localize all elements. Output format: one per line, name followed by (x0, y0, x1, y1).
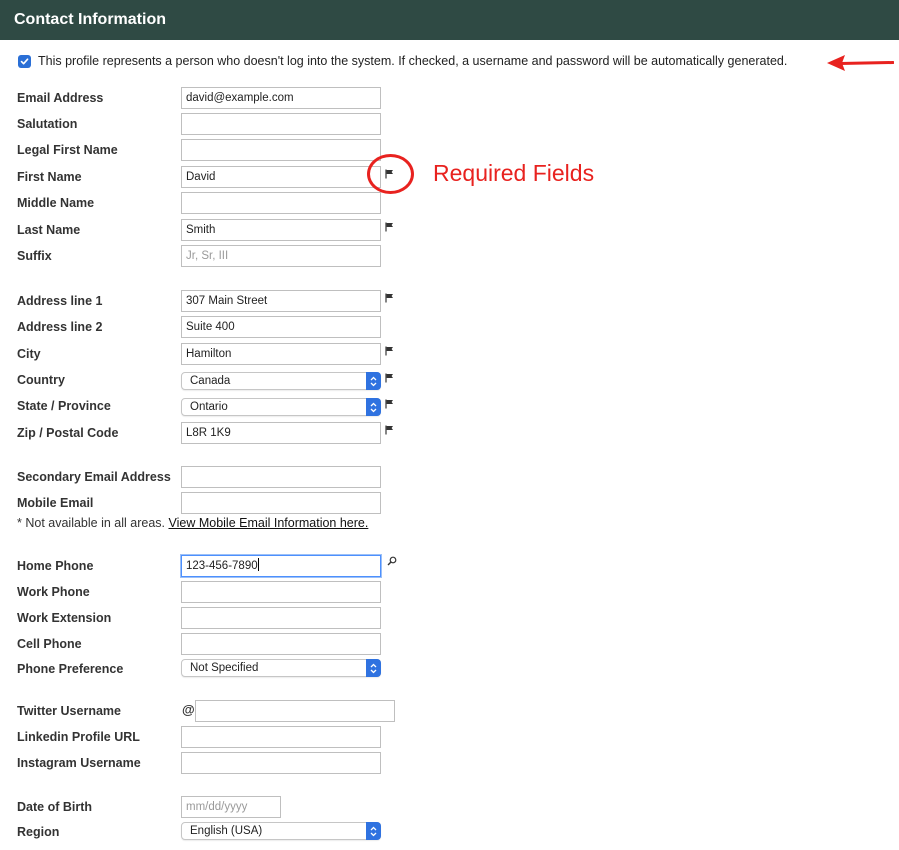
country-value: Canada (190, 375, 231, 387)
home-phone-value: 123-456-7890 (186, 560, 258, 572)
secondary-email-field[interactable] (181, 466, 381, 488)
linkedin-field[interactable] (181, 726, 381, 748)
flag-icon (385, 222, 393, 232)
chevron-updown-icon (366, 822, 381, 840)
section-title: Contact Information (14, 11, 166, 28)
email-field[interactable]: david@example.com (181, 87, 381, 109)
zip-field[interactable]: L8R 1K9 (181, 422, 381, 444)
no-login-text: This profile represents a person who doe… (38, 54, 788, 68)
region-label: Region (17, 825, 60, 839)
twitter-at-prefix: @ (182, 702, 195, 717)
address1-label: Address line 1 (17, 294, 103, 308)
no-login-notice: This profile represents a person who doe… (18, 52, 787, 70)
work-extension-label: Work Extension (17, 611, 112, 625)
phone-preference-value: Not Specified (190, 662, 259, 674)
state-select[interactable]: Ontario (181, 398, 381, 416)
address1-field[interactable]: 307 Main Street (181, 290, 381, 312)
last-name-label: Last Name (17, 223, 81, 237)
chevron-updown-icon (366, 659, 381, 677)
first-name-field[interactable]: David (181, 166, 381, 188)
twitter-field[interactable] (195, 700, 395, 722)
dob-field[interactable]: mm/dd/yyyy (181, 796, 281, 818)
required-annotation-circle (367, 154, 414, 194)
country-label: Country (17, 373, 65, 387)
work-phone-field[interactable] (181, 581, 381, 603)
mobile-email-label: Mobile Email (17, 496, 94, 510)
chevron-updown-icon (366, 372, 381, 390)
work-extension-field[interactable] (181, 607, 381, 629)
state-value: Ontario (190, 401, 228, 413)
region-value: English (USA) (190, 825, 263, 837)
phone-preference-select[interactable]: Not Specified (181, 659, 381, 677)
flag-icon (385, 346, 393, 356)
last-name-field[interactable]: Smith (181, 219, 381, 241)
instagram-label: Instagram Username (17, 756, 141, 770)
cell-phone-label: Cell Phone (17, 637, 82, 651)
zip-label: Zip / Postal Code (17, 426, 119, 440)
salutation-label: Salutation (17, 117, 78, 131)
mobile-email-info-link[interactable]: View Mobile Email Information here. (168, 516, 368, 530)
suffix-field[interactable]: Jr, Sr, III (181, 245, 381, 267)
chevron-updown-icon (366, 398, 381, 416)
home-phone-field[interactable]: 123-456-7890 (181, 555, 381, 577)
flag-icon (385, 399, 393, 409)
email-label: Email Address (17, 91, 104, 105)
twitter-label: Twitter Username (17, 704, 121, 718)
dob-label: Date of Birth (17, 800, 92, 814)
cell-phone-field[interactable] (181, 633, 381, 655)
work-phone-label: Work Phone (17, 585, 90, 599)
state-label: State / Province (17, 399, 111, 413)
mobile-email-note: * Not available in all areas. View Mobil… (17, 516, 368, 530)
linkedin-label: Linkedin Profile URL (17, 730, 140, 744)
section-header: Contact Information (0, 0, 899, 40)
no-login-checkbox[interactable] (18, 54, 31, 68)
mobile-email-note-text: * Not available in all areas. (17, 516, 169, 530)
city-label: City (17, 347, 41, 361)
legal-first-name-label: Legal First Name (17, 143, 118, 157)
address2-field[interactable]: Suite 400 (181, 316, 381, 338)
home-phone-label: Home Phone (17, 559, 94, 573)
phone-preference-label: Phone Preference (17, 662, 124, 676)
required-fields-annotation: Required Fields (433, 160, 595, 186)
city-field[interactable]: Hamilton (181, 343, 381, 365)
suffix-label: Suffix (17, 249, 52, 263)
middle-name-field[interactable] (181, 192, 381, 214)
country-select[interactable]: Canada (181, 372, 381, 390)
mobile-email-field[interactable] (181, 492, 381, 514)
middle-name-label: Middle Name (17, 196, 95, 210)
first-name-label: First Name (17, 170, 82, 184)
red-arrow-icon (827, 55, 894, 71)
secondary-email-label: Secondary Email Address (17, 470, 171, 484)
flag-icon (385, 425, 393, 435)
salutation-field[interactable] (181, 113, 381, 135)
magnifier-icon[interactable] (387, 556, 397, 566)
flag-icon (385, 293, 393, 303)
region-select[interactable]: English (USA) (181, 822, 381, 840)
instagram-field[interactable] (181, 752, 381, 774)
address2-label: Address line 2 (17, 320, 103, 334)
legal-first-name-field[interactable] (181, 139, 381, 161)
flag-icon (385, 373, 393, 383)
